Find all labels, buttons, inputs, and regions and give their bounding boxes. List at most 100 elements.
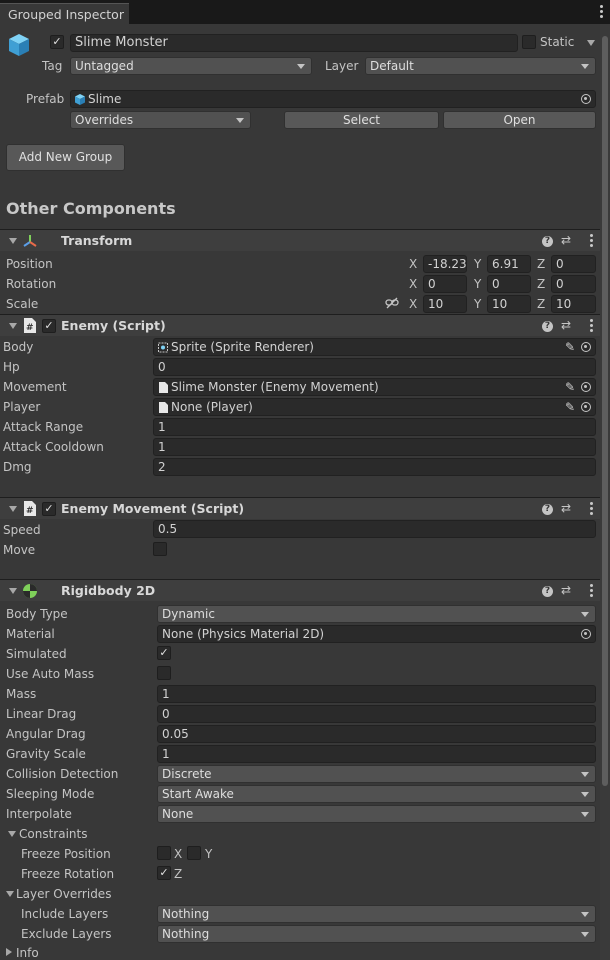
- prefab-value: Slime: [88, 92, 122, 106]
- speed-field[interactable]: 0.5: [153, 520, 596, 538]
- foldout-arrow-icon[interactable]: [9, 506, 17, 512]
- chevron-down-icon: [581, 932, 589, 937]
- enemy-script-header[interactable]: # ✓ Enemy (Script) ? ⇄: [0, 314, 610, 336]
- gravity-scale-field[interactable]: 1: [157, 745, 596, 763]
- use-auto-mass-checkbox[interactable]: [157, 666, 171, 680]
- hp-field[interactable]: 0: [153, 358, 596, 376]
- rigidbody-icon: [23, 584, 37, 598]
- active-checkbox[interactable]: ✓: [50, 35, 64, 49]
- foldout-arrow-icon[interactable]: [9, 323, 17, 329]
- kebab-menu-icon[interactable]: [586, 583, 596, 599]
- freeze-position-x-label: X: [174, 847, 183, 861]
- angular-drag-field[interactable]: 0.05: [157, 725, 596, 743]
- static-checkbox[interactable]: [522, 35, 536, 49]
- scale-y-field[interactable]: 10: [487, 295, 531, 313]
- scrollbar-thumb[interactable]: [602, 36, 608, 786]
- collision-detection-dropdown[interactable]: Discrete: [157, 765, 596, 783]
- presets-icon[interactable]: ⇄: [561, 501, 571, 515]
- edit-pencil-icon[interactable]: ✎: [565, 399, 575, 415]
- add-new-group-button[interactable]: Add New Group: [6, 144, 125, 171]
- help-icon[interactable]: ?: [542, 504, 553, 515]
- constrain-proportions-link-icon[interactable]: [385, 297, 399, 309]
- layer-overrides-foldout-icon[interactable]: [6, 891, 14, 897]
- kebab-menu-icon[interactable]: [586, 318, 596, 334]
- info-label[interactable]: Info: [16, 946, 39, 960]
- use-auto-mass-label: Use Auto Mass: [6, 667, 95, 681]
- overrides-dropdown[interactable]: Overrides: [70, 111, 251, 129]
- object-picker-icon[interactable]: [581, 342, 591, 352]
- enemy-movement-enabled-checkbox[interactable]: ✓: [42, 502, 56, 516]
- position-y-field[interactable]: 6.91: [487, 255, 531, 273]
- attack-cooldown-field[interactable]: 1: [153, 438, 596, 456]
- enemy-enabled-checkbox[interactable]: ✓: [42, 319, 56, 333]
- material-field[interactable]: None (Physics Material 2D): [157, 625, 596, 643]
- foldout-arrow-icon[interactable]: [9, 238, 17, 244]
- kebab-menu-icon[interactable]: [596, 4, 606, 20]
- help-icon[interactable]: ?: [542, 321, 553, 332]
- layer-dropdown[interactable]: Default: [365, 57, 596, 75]
- sleeping-mode-dropdown[interactable]: Start Awake: [157, 785, 596, 803]
- mass-field[interactable]: 1: [157, 685, 596, 703]
- open-button[interactable]: Open: [443, 111, 596, 129]
- chevron-down-icon: [581, 772, 589, 777]
- object-picker-icon[interactable]: [581, 402, 591, 412]
- object-picker-icon[interactable]: [581, 382, 591, 392]
- rotation-x-field[interactable]: 0: [423, 275, 467, 293]
- select-button[interactable]: Select: [284, 111, 439, 129]
- interpolate-dropdown[interactable]: None: [157, 805, 596, 823]
- player-field[interactable]: None (Player) ✎: [153, 398, 596, 416]
- position-z-field[interactable]: 0: [551, 255, 596, 273]
- freeze-position-x-checkbox[interactable]: [157, 846, 171, 860]
- transform-header[interactable]: Transform ? ⇄: [0, 229, 610, 251]
- object-name-field[interactable]: Slime Monster: [70, 34, 518, 52]
- chevron-down-icon: [297, 64, 305, 69]
- position-x-field[interactable]: -18.23: [423, 255, 467, 273]
- presets-icon[interactable]: ⇄: [561, 318, 571, 332]
- body-field[interactable]: Sprite (Sprite Renderer) ✎: [153, 338, 596, 356]
- layer-overrides-label[interactable]: Layer Overrides: [16, 887, 111, 901]
- object-picker-icon[interactable]: [581, 629, 591, 639]
- dmg-field[interactable]: 2: [153, 458, 596, 476]
- freeze-position-y-checkbox[interactable]: [187, 846, 201, 860]
- script-file-icon: #: [24, 318, 36, 333]
- prefab-field[interactable]: Slime: [70, 90, 596, 108]
- kebab-menu-icon[interactable]: [586, 501, 596, 517]
- speed-label: Speed: [3, 523, 41, 537]
- freeze-rotation-z-checkbox[interactable]: ✓: [157, 866, 171, 880]
- dmg-label: Dmg: [3, 460, 32, 474]
- presets-icon[interactable]: ⇄: [561, 583, 571, 597]
- scale-x-field[interactable]: 10: [423, 295, 467, 313]
- constraints-foldout-icon[interactable]: [8, 831, 16, 837]
- linear-drag-field[interactable]: 0: [157, 705, 596, 723]
- info-foldout-icon[interactable]: [6, 948, 12, 956]
- static-dropdown-icon[interactable]: [587, 40, 595, 46]
- scale-z-field[interactable]: 10: [551, 295, 596, 313]
- rotation-y-field[interactable]: 0: [487, 275, 531, 293]
- kebab-menu-icon[interactable]: [586, 233, 596, 249]
- axis-x-label: X: [409, 297, 418, 311]
- constraints-label[interactable]: Constraints: [19, 827, 87, 841]
- body-type-dropdown[interactable]: Dynamic: [157, 605, 596, 623]
- tab-grouped-inspector[interactable]: Grouped Inspector: [0, 3, 129, 24]
- enemy-script-title: Enemy (Script): [61, 318, 166, 333]
- enemy-movement-header[interactable]: # ✓ Enemy Movement (Script) ? ⇄: [0, 497, 610, 519]
- rigidbody2d-header[interactable]: Rigidbody 2D ? ⇄: [0, 579, 610, 601]
- help-icon[interactable]: ?: [542, 236, 553, 247]
- help-icon[interactable]: ?: [542, 586, 553, 597]
- attack-range-field[interactable]: 1: [153, 418, 596, 436]
- movement-field[interactable]: Slime Monster (Enemy Movement) ✎: [153, 378, 596, 396]
- include-layers-dropdown[interactable]: Nothing: [157, 905, 596, 923]
- rotation-z-field[interactable]: 0: [551, 275, 596, 293]
- presets-icon[interactable]: ⇄: [561, 233, 571, 247]
- edit-pencil-icon[interactable]: ✎: [565, 339, 575, 355]
- rotation-label: Rotation: [6, 277, 57, 291]
- foldout-arrow-icon[interactable]: [9, 588, 17, 594]
- simulated-checkbox[interactable]: ✓: [157, 646, 171, 660]
- svg-text:#: #: [26, 323, 34, 333]
- edit-pencil-icon[interactable]: ✎: [565, 379, 575, 395]
- move-checkbox[interactable]: [153, 542, 167, 556]
- exclude-layers-dropdown[interactable]: Nothing: [157, 925, 596, 943]
- axis-x-label: X: [409, 257, 418, 271]
- object-picker-icon[interactable]: [581, 94, 591, 104]
- tag-dropdown[interactable]: Untagged: [70, 57, 312, 75]
